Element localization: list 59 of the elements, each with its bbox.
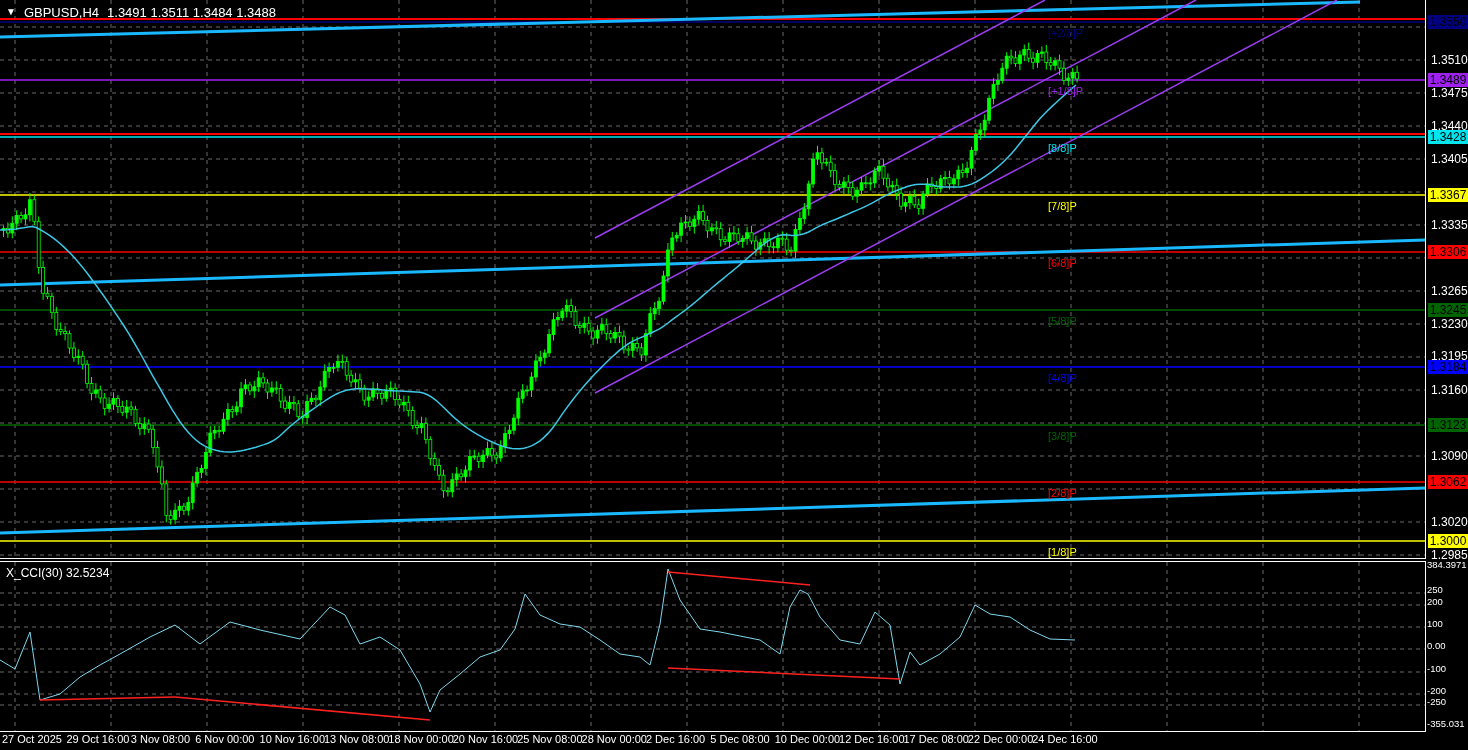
symbol-title: GBPUSD,H4 — [23, 4, 100, 22]
time-label: 10 Dec 00:00 — [774, 732, 840, 747]
indicator-tick: 0.00 — [1427, 640, 1446, 651]
price-tag: 1.3489 — [1428, 73, 1468, 87]
level-label: [+2/8]P — [1048, 27, 1084, 39]
indicator-tick: -200 — [1427, 685, 1446, 696]
level-label: [1/8]P — [1048, 546, 1077, 558]
price-tick: 1.3230 — [1431, 318, 1468, 330]
price-tick: 1.3265 — [1431, 285, 1468, 297]
time-label: 25 Nov 08:00 — [517, 732, 582, 747]
indicator-tick: -355.031 — [1427, 718, 1465, 729]
indicator-tick: -250 — [1427, 696, 1446, 707]
price-tag: 1.3184 — [1428, 360, 1468, 374]
time-label: 24 Dec 16:00 — [1032, 732, 1097, 747]
level-label: [7/8]P — [1048, 200, 1077, 212]
time-label: 20 Nov 16:00 — [452, 732, 518, 747]
time-label: 22 Dec 00:00 — [967, 732, 1033, 747]
time-label: 6 Nov 00:00 — [195, 732, 256, 747]
indicator-tick: 200 — [1427, 596, 1443, 607]
price-tag: 1.3550 — [1428, 15, 1468, 29]
level-label: [2/8]P — [1048, 487, 1077, 499]
price-tick: 1.3475 — [1431, 87, 1468, 99]
time-label: 18 Nov 00:00 — [388, 732, 453, 747]
price-tag: 1.3428 — [1428, 130, 1468, 144]
collapse-toggle[interactable]: ▼ — [6, 3, 16, 23]
time-label: 5 Dec 08:00 — [710, 732, 771, 747]
indicator-tick: 250 — [1427, 584, 1443, 595]
price-tick: 1.3335 — [1431, 219, 1468, 231]
price-tag: 1.3000 — [1428, 534, 1468, 548]
time-label: 29 Oct 16:00 — [66, 732, 131, 747]
time-label: 3 Nov 08:00 — [130, 732, 192, 747]
price-tag: 1.3123 — [1428, 418, 1468, 432]
time-label: 10 Nov 16:00 — [259, 732, 324, 747]
time-label: 28 Nov 00:00 — [581, 732, 646, 747]
ohlc-values: 1.3491 1.3511 1.3484 1.3488 — [107, 4, 276, 22]
price-tick: 1.3090 — [1431, 450, 1468, 462]
indicator-tick: 384.3971 — [1427, 559, 1467, 570]
price-tick: 1.3195 — [1431, 350, 1468, 362]
price-tick: 1.3510 — [1431, 54, 1468, 66]
level-label: [5/8]P — [1048, 315, 1077, 327]
time-label: 27 Oct 2025 — [2, 732, 63, 747]
price-tag: 1.3245 — [1428, 303, 1468, 317]
price-tag: 1.3306 — [1428, 245, 1468, 259]
price-tick: 1.2985 — [1431, 549, 1468, 561]
level-label: [4/8]P — [1048, 372, 1077, 384]
level-label: [3/8]P — [1048, 430, 1077, 442]
time-label: 2 Dec 16:00 — [645, 732, 707, 747]
indicator-tick: 100 — [1427, 618, 1443, 629]
price-tick: 1.3020 — [1431, 516, 1468, 528]
indicator-tick: -100 — [1427, 663, 1446, 674]
time-label: 17 Dec 08:00 — [903, 732, 968, 747]
level-label: [6/8]P — [1048, 257, 1077, 269]
price-tick: 1.3440 — [1431, 120, 1468, 132]
price-tick: 1.3160 — [1431, 384, 1468, 396]
indicator-title: X_CCI(30) 32.5234 — [6, 565, 110, 582]
time-label: 12 Dec 16:00 — [839, 732, 904, 747]
price-tag: 1.3367 — [1428, 188, 1468, 202]
price-tag: 1.3062 — [1428, 475, 1468, 489]
price-tick: 1.3405 — [1431, 153, 1468, 165]
